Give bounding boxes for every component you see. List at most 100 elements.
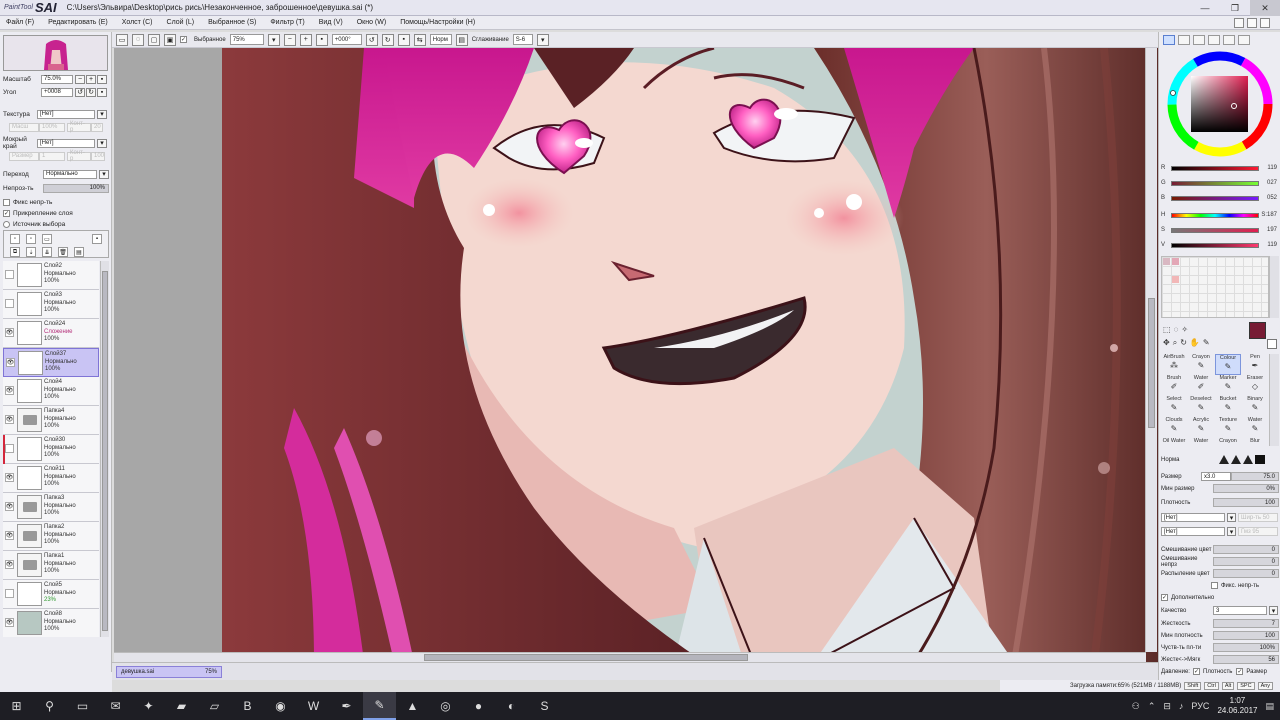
brush-texture-select[interactable]: [Нет] xyxy=(1161,513,1225,522)
zoom-field[interactable]: 75.0% xyxy=(41,74,73,84)
skype-icon[interactable]: S xyxy=(528,692,561,720)
smoothing-select[interactable]: S-6 xyxy=(512,34,533,45)
canvas-close-icon[interactable] xyxy=(1260,18,1270,28)
min-density-slider[interactable]: 100 xyxy=(1213,631,1279,640)
layer-visibility-toggle[interactable] xyxy=(5,270,14,279)
eyedropper-icon[interactable]: ✎ xyxy=(1203,338,1210,348)
nav-rotate-right-icon[interactable]: ↻ xyxy=(86,87,96,97)
rotate-tool-icon[interactable]: ↻ xyxy=(1180,338,1187,348)
zoom-dropdown-icon[interactable]: ▾ xyxy=(267,33,280,46)
layer-blend-select[interactable]: Нормально xyxy=(43,169,97,179)
menu-file[interactable]: Файл (F) xyxy=(6,19,34,26)
layer-visibility-toggle[interactable]: 👁 xyxy=(5,328,14,337)
brush-paper-dropdown-icon[interactable]: ▾ xyxy=(1227,527,1236,536)
secondary-color-swatch[interactable] xyxy=(1267,339,1277,349)
magic-wand-icon[interactable]: ✧ xyxy=(1181,325,1188,334)
tool-brush[interactable]: Brush ✐ xyxy=(1161,375,1187,396)
layer-row[interactable]: 👁 Слой24 Сложение 100% xyxy=(3,319,99,348)
layer-visibility-toggle[interactable] xyxy=(5,589,14,598)
tool-marker[interactable]: Marker ✎ xyxy=(1215,375,1241,396)
move-icon[interactable]: ✥ xyxy=(1163,338,1170,348)
menu-filter[interactable]: Фильтр (T) xyxy=(270,19,304,26)
hand-icon[interactable]: ✋ xyxy=(1190,338,1200,348)
tool-oil-water[interactable]: Oil Water xyxy=(1161,438,1187,446)
file-explorer-icon[interactable]: ▰ xyxy=(165,692,198,720)
zoom-reset-icon[interactable]: ▪ xyxy=(315,33,328,46)
color-wheel[interactable] xyxy=(1161,48,1279,160)
swatches-scrollbar[interactable] xyxy=(1269,256,1279,318)
layer-row[interactable]: 👁 Слой37 Нормально 100% xyxy=(3,348,99,377)
notes-icon[interactable]: ▱ xyxy=(198,692,231,720)
rgb-slider-tab-icon[interactable] xyxy=(1178,35,1190,45)
layer-row[interactable]: 👁 Папка3 Нормально 100% xyxy=(3,493,99,522)
zoom-out-icon[interactable]: − xyxy=(283,33,296,46)
texture-select[interactable]: [Нет] xyxy=(37,109,95,119)
brush-tip-small-icon[interactable] xyxy=(1219,455,1229,464)
texture-dropdown-icon[interactable]: ▾ xyxy=(97,109,107,119)
tool-water[interactable]: Water ✎ xyxy=(1242,417,1268,438)
close-button[interactable]: ✕ xyxy=(1250,0,1280,16)
layer-visibility-toggle[interactable]: 👁 xyxy=(5,473,14,482)
menu-edit[interactable]: Редактировать (E) xyxy=(48,19,108,26)
wet-edge-dropdown-icon[interactable]: ▾ xyxy=(97,138,107,148)
rotate-right-icon[interactable]: ↻ xyxy=(381,33,394,46)
brush-texture-dropdown-icon[interactable]: ▾ xyxy=(1227,513,1236,522)
quality-select[interactable]: 3 xyxy=(1213,606,1267,615)
selection-source-checkbox[interactable] xyxy=(3,220,10,228)
tool-eraser[interactable]: Eraser ◇ xyxy=(1242,375,1268,396)
clear-layer-icon[interactable]: ▤ xyxy=(74,247,84,257)
persistence-slider[interactable]: 0 xyxy=(1213,569,1279,578)
app-icon[interactable]: ✦ xyxy=(132,692,165,720)
wet-edge-select[interactable]: [Нет] xyxy=(37,138,95,148)
maximize-button[interactable]: ❐ xyxy=(1220,0,1250,16)
pressure-size-checkbox[interactable]: ✓ xyxy=(1236,668,1244,675)
navigator-thumbnail[interactable] xyxy=(3,35,108,71)
brush-size-slider[interactable]: 75.0 xyxy=(1231,472,1279,481)
layer-row[interactable]: 👁 Папка1 Нормально 100% xyxy=(3,551,99,580)
input-language[interactable]: РУС xyxy=(1191,701,1209,711)
layer-visibility-toggle[interactable]: 👁 xyxy=(5,415,14,424)
advanced-checkbox[interactable]: ✓ xyxy=(1161,594,1168,601)
lasso-tool-icon[interactable]: ◌ xyxy=(1174,325,1179,334)
tool-deselect[interactable]: Deselect ✎ xyxy=(1188,396,1214,417)
lasso-icon[interactable]: ◌ xyxy=(132,33,144,46)
start-button[interactable]: ⊞ xyxy=(0,692,33,720)
layer-row[interactable]: 👁 Слой8 Нормально 100% xyxy=(3,609,99,637)
brush-paper-select[interactable]: [Нет] xyxy=(1161,527,1225,536)
select-tool-icon[interactable]: ▭ xyxy=(116,33,128,46)
smoothing-dropdown-icon[interactable]: ▾ xyxy=(536,33,549,46)
h-slider[interactable]: H S:187 xyxy=(1161,209,1279,221)
fix-opacity-checkbox[interactable] xyxy=(3,198,10,206)
b-slider[interactable]: B 052 xyxy=(1161,192,1279,204)
tool-binary[interactable]: Binary ✎ xyxy=(1242,396,1268,417)
mail-icon[interactable]: ✉ xyxy=(99,692,132,720)
brush-size-multiplier[interactable]: x3.0 xyxy=(1201,472,1231,481)
layer-row[interactable]: Слой30 Нормально 100% xyxy=(3,435,99,464)
layer-visibility-toggle[interactable]: 👁 xyxy=(6,358,15,367)
rotate-left-icon[interactable]: ↺ xyxy=(365,33,378,46)
canvas-vscroll-thumb[interactable] xyxy=(1148,298,1155,428)
new-layer-set-icon[interactable]: ▫ xyxy=(26,234,36,244)
tool-clouds[interactable]: Clouds ✎ xyxy=(1161,417,1187,438)
layer-row[interactable]: 👁 Папка4 Нормально 100% xyxy=(3,406,99,435)
current-color-swatch[interactable] xyxy=(1249,322,1266,339)
keep-opacity-checkbox[interactable] xyxy=(1211,582,1218,589)
layer-opacity-slider[interactable]: 100% xyxy=(43,183,109,193)
menu-selection[interactable]: Выбранное (S) xyxy=(208,19,256,26)
hsv-slider-tab-icon[interactable] xyxy=(1193,35,1205,45)
delete-layer-icon[interactable]: 🗑 xyxy=(58,247,68,257)
zoom-select[interactable]: 75% xyxy=(229,34,264,45)
layer-visibility-toggle[interactable]: 👁 xyxy=(5,386,14,395)
pressure-density-checkbox[interactable]: ✓ xyxy=(1193,668,1200,675)
max-pressure-slider[interactable]: 100% xyxy=(1213,643,1279,652)
tool-colour[interactable]: Colour ✎ xyxy=(1215,354,1241,375)
tool-crayon[interactable]: Crayon xyxy=(1215,438,1241,446)
nav-zoom-out-icon[interactable]: − xyxy=(75,74,85,84)
nav-zoom-in-icon[interactable]: + xyxy=(86,74,96,84)
merge-down-icon[interactable]: ⇣ xyxy=(26,247,36,257)
zoom-tool-icon[interactable]: ⌕ xyxy=(1173,338,1177,348)
layer-row[interactable]: Слой5 Нормально 23% xyxy=(3,580,99,609)
v-slider[interactable]: V 119 xyxy=(1161,239,1279,251)
tool-water[interactable]: Water ✐ xyxy=(1188,375,1214,396)
brush-tip-large-icon[interactable] xyxy=(1243,455,1253,464)
